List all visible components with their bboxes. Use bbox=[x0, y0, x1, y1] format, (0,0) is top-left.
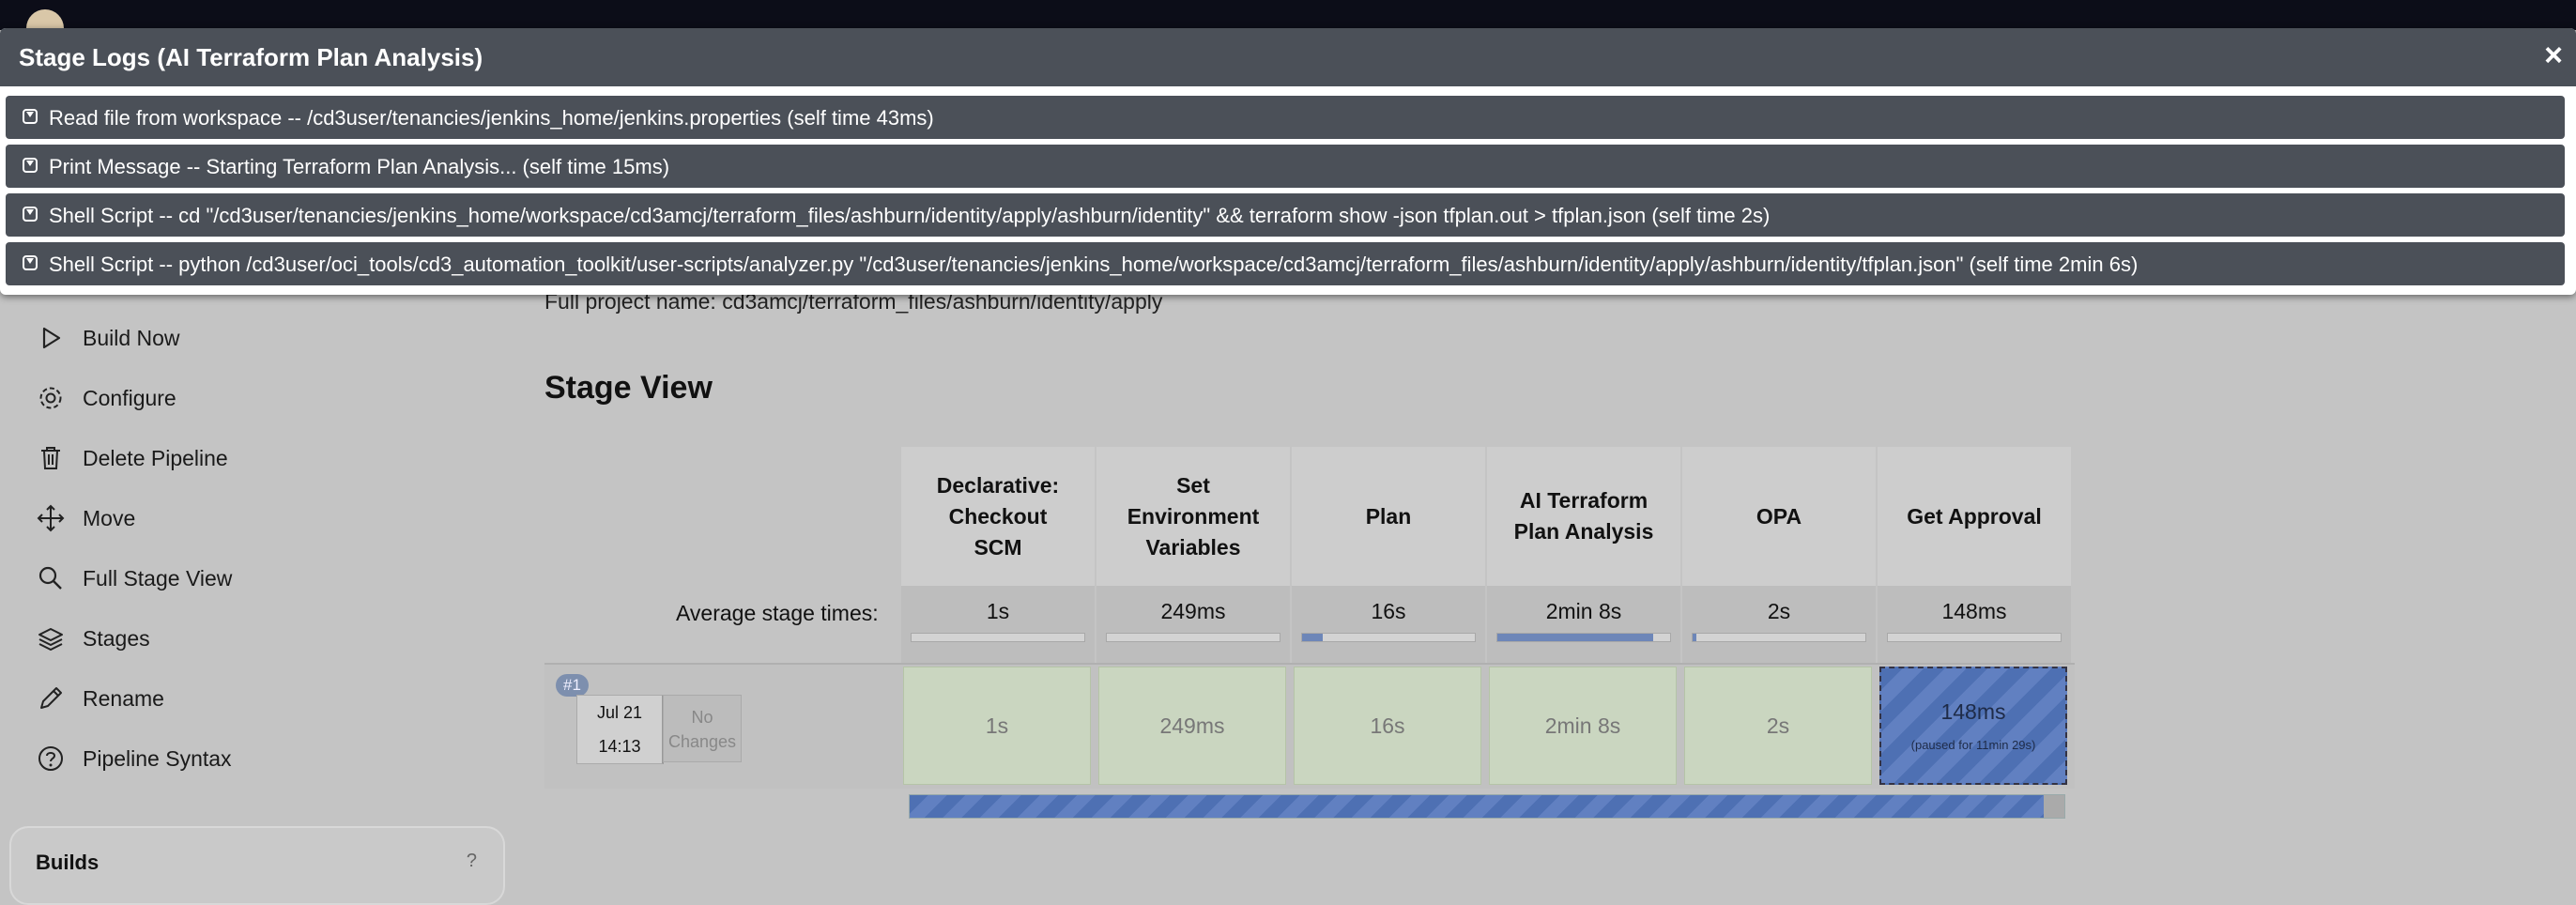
stage-header[interactable]: OPA bbox=[1682, 447, 1876, 586]
average-stage-times-label: Average stage times: bbox=[676, 601, 879, 625]
average-time-bar bbox=[1497, 634, 1653, 641]
average-time-bar bbox=[1302, 634, 1324, 641]
log-entry-text: Shell Script -- cd "/cd3user/tenancies/j… bbox=[49, 204, 1771, 227]
stage-header[interactable]: Get Approval bbox=[1878, 447, 2071, 586]
log-entry-text: Print Message -- Starting Terraform Plan… bbox=[49, 155, 670, 178]
average-time-value: 1s bbox=[986, 599, 1010, 623]
stage-cell-success[interactable]: 16s bbox=[1294, 667, 1481, 785]
play-icon bbox=[34, 321, 68, 355]
builds-count: ? bbox=[466, 851, 477, 871]
sidebar-item-full-stage-view[interactable]: Full Stage View bbox=[34, 560, 232, 597]
gear-icon bbox=[34, 381, 68, 415]
sidebar-item-build-now[interactable]: Build Now bbox=[34, 319, 180, 357]
stage-header-label: Get Approval bbox=[1907, 503, 2042, 529]
sidebar-item-label: Delete Pipeline bbox=[83, 445, 228, 470]
log-entry[interactable]: Read file from workspace -- /cd3user/ten… bbox=[6, 96, 2565, 139]
stage-header-label: AI Terraform Plan Analysis bbox=[1513, 488, 1654, 544]
log-entry[interactable]: Shell Script -- python /cd3user/oci_tool… bbox=[6, 242, 2565, 285]
stage-header[interactable]: AI Terraform Plan Analysis bbox=[1487, 447, 1680, 586]
sidebar-item-label: Pipeline Syntax bbox=[83, 745, 232, 771]
layers-icon bbox=[34, 621, 68, 655]
expand-toggle-icon[interactable] bbox=[23, 109, 38, 124]
sidebar-item-stages[interactable]: Stages bbox=[34, 620, 150, 657]
stage-header[interactable]: Declarative: Checkout SCM bbox=[901, 447, 1095, 586]
build-progress-bar bbox=[909, 794, 2065, 819]
build-date-time: 14:13 bbox=[598, 737, 641, 756]
stage-cell-success[interactable]: 2min 8s bbox=[1489, 667, 1677, 785]
page-title: Stage View bbox=[544, 370, 713, 406]
average-time-cell: 249ms bbox=[1096, 586, 1290, 663]
average-time-value: 249ms bbox=[1160, 599, 1226, 623]
changes-box[interactable]: No Changes bbox=[663, 695, 742, 762]
log-entry-text: Read file from workspace -- /cd3user/ten… bbox=[49, 106, 934, 130]
average-time-cell: 148ms bbox=[1878, 586, 2071, 663]
build-date: Jul 21 14:13 bbox=[576, 695, 664, 764]
stage-cell-paused[interactable]: 148ms (paused for 11min 29s) bbox=[1879, 667, 2067, 785]
close-icon[interactable]: × bbox=[2544, 39, 2563, 71]
sidebar-item-label: Move bbox=[83, 505, 136, 530]
average-time-cell: 2s bbox=[1682, 586, 1876, 663]
average-time-cell: 2min 8s bbox=[1487, 586, 1680, 663]
sidebar-item-label: Rename bbox=[83, 685, 164, 711]
modal-title: Stage Logs (AI Terraform Plan Analysis) bbox=[19, 43, 483, 71]
search-icon bbox=[34, 561, 68, 595]
log-entry[interactable]: Print Message -- Starting Terraform Plan… bbox=[6, 145, 2565, 188]
expand-toggle-icon[interactable] bbox=[23, 158, 38, 173]
top-header bbox=[0, 0, 2576, 47]
average-time-value: 2min 8s bbox=[1545, 599, 1622, 623]
trash-icon bbox=[34, 441, 68, 475]
stage-logs-modal: Stage Logs (AI Terraform Plan Analysis) … bbox=[0, 28, 2576, 295]
stage-header[interactable]: Plan bbox=[1292, 447, 1485, 586]
sidebar-item-pipeline-syntax[interactable]: Pipeline Syntax bbox=[34, 740, 232, 777]
sidebar-item-label: Configure bbox=[83, 385, 176, 410]
sidebar-item-rename[interactable]: Rename bbox=[34, 680, 164, 717]
expand-toggle-icon[interactable] bbox=[23, 255, 38, 270]
stage-cell-success[interactable]: 2s bbox=[1684, 667, 1872, 785]
stage-header-label: Plan bbox=[1365, 503, 1412, 529]
stage-cell-time: 148ms bbox=[1940, 699, 2006, 724]
sidebar-item-label: Stages bbox=[83, 625, 150, 651]
build-number-badge[interactable]: #1 bbox=[556, 674, 589, 697]
stage-cell-success[interactable]: 1s bbox=[903, 667, 1091, 785]
sidebar-item-delete-pipeline[interactable]: Delete Pipeline bbox=[34, 439, 228, 477]
stage-header-label: OPA bbox=[1756, 503, 1802, 529]
move-arrows-icon bbox=[34, 501, 68, 535]
builds-card: Builds ? bbox=[9, 826, 505, 905]
average-time-value: 16s bbox=[1371, 599, 1406, 623]
log-entry[interactable]: Shell Script -- cd "/cd3user/tenancies/j… bbox=[6, 193, 2565, 237]
average-time-value: 2s bbox=[1767, 599, 1791, 623]
average-time-cell: 16s bbox=[1292, 586, 1485, 663]
build-date-day: Jul 21 bbox=[596, 703, 643, 722]
builds-title: Builds bbox=[36, 851, 100, 874]
log-entry-text: Shell Script -- python /cd3user/oci_tool… bbox=[49, 253, 2139, 276]
help-icon bbox=[34, 742, 68, 775]
stage-header-label: Declarative: Checkout SCM bbox=[936, 472, 1060, 560]
modal-header: Stage Logs (AI Terraform Plan Analysis) … bbox=[0, 28, 2576, 86]
average-time-bar bbox=[1693, 634, 1696, 641]
expand-toggle-icon[interactable] bbox=[23, 207, 38, 222]
stage-header-label: Set Environment Variables bbox=[1127, 472, 1260, 560]
average-time-value: 148ms bbox=[1941, 599, 2007, 623]
sidebar-item-configure[interactable]: Configure bbox=[34, 379, 176, 417]
stage-cell-success[interactable]: 249ms bbox=[1098, 667, 1286, 785]
paused-note: (paused for 11min 29s) bbox=[1910, 738, 2036, 752]
sidebar-item-label: Full Stage View bbox=[83, 565, 233, 591]
pencil-icon bbox=[34, 682, 68, 715]
stage-header[interactable]: Set Environment Variables bbox=[1096, 447, 1290, 586]
average-time-cell: 1s bbox=[901, 586, 1095, 663]
sidebar-item-label: Build Now bbox=[83, 325, 180, 350]
sidebar-item-move[interactable]: Move bbox=[34, 499, 135, 537]
